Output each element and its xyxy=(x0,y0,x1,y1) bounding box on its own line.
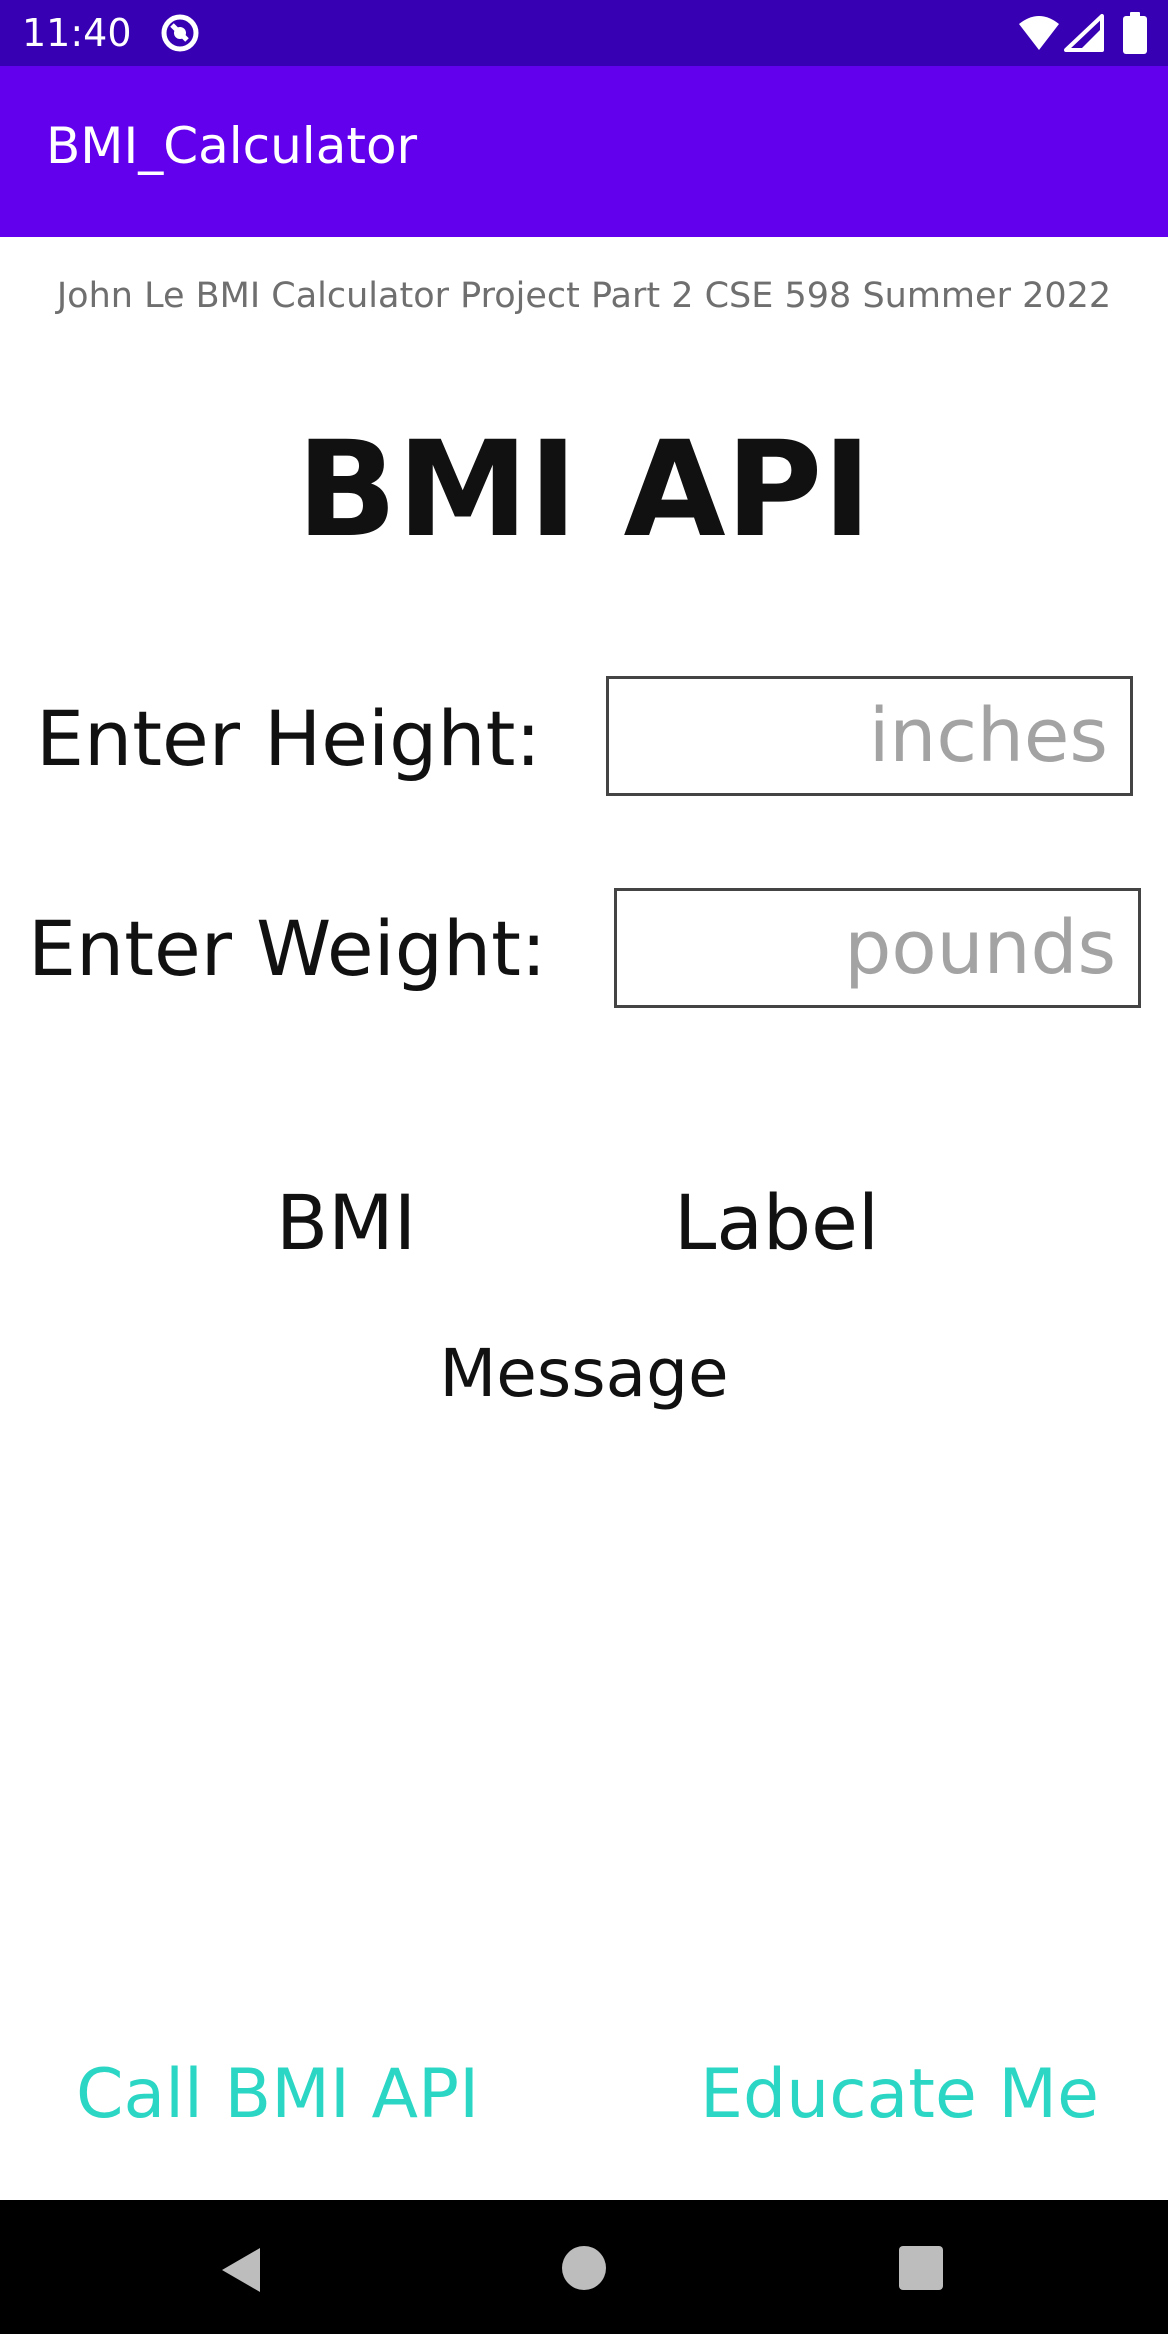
app-bar: BMI_Calculator xyxy=(0,66,1168,237)
project-subtitle: John Le BMI Calculator Project Part 2 CS… xyxy=(56,276,1112,316)
call-bmi-api-button[interactable]: Call BMI API xyxy=(76,2050,479,2140)
status-bar: 11:40 xyxy=(0,0,1168,66)
bmi-message: Message xyxy=(439,1335,729,1412)
bmi-value: BMI xyxy=(276,1178,417,1267)
back-icon[interactable] xyxy=(218,2246,262,2294)
navigation-bar xyxy=(0,2200,1168,2334)
height-label: Enter Height: xyxy=(36,694,541,783)
signal-icon xyxy=(1064,14,1104,52)
page-heading: BMI API xyxy=(296,413,872,567)
app-screen: 11:40 BMI_Calculator John Le BMI Calcula… xyxy=(0,0,1168,2334)
height-input[interactable] xyxy=(606,676,1133,796)
weight-label: Enter Weight: xyxy=(28,904,547,993)
wifi-icon xyxy=(1019,16,1059,50)
home-icon[interactable] xyxy=(561,2245,607,2291)
bmi-category-label: Label xyxy=(674,1178,880,1267)
recents-icon[interactable] xyxy=(898,2245,944,2291)
status-time: 11:40 xyxy=(22,11,132,55)
app-notification-icon xyxy=(161,14,199,52)
battery-icon xyxy=(1123,12,1147,54)
weight-input[interactable] xyxy=(614,888,1141,1008)
app-title: BMI_Calculator xyxy=(46,117,418,175)
educate-me-button[interactable]: Educate Me xyxy=(700,2050,1099,2140)
